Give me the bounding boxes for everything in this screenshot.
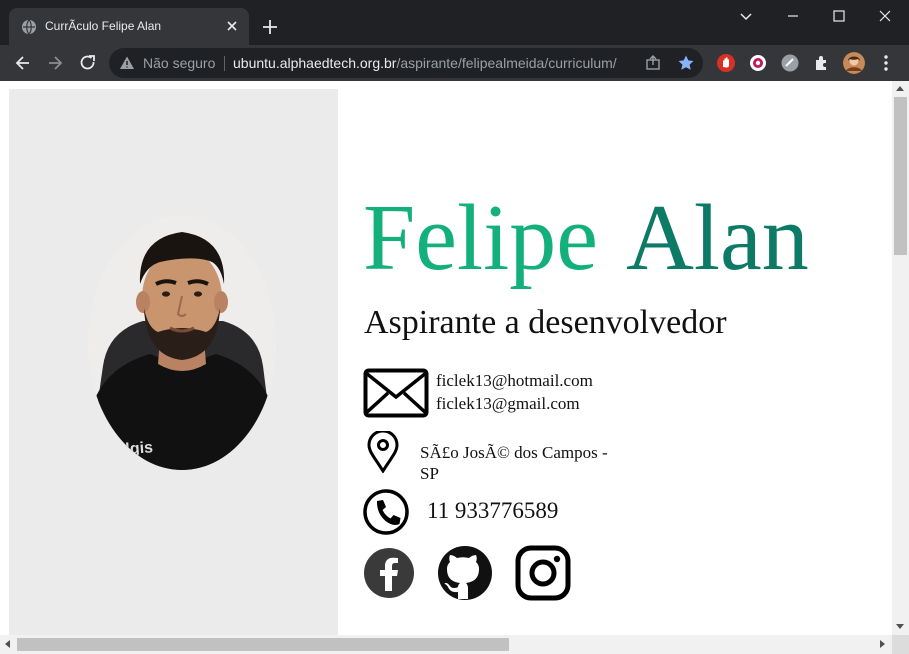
minimize-icon[interactable] bbox=[783, 6, 803, 26]
tab-strip: CurrÃculo Felipe Alan bbox=[0, 0, 909, 45]
window-close-icon[interactable] bbox=[875, 6, 895, 26]
vertical-scroll-thumb[interactable] bbox=[894, 97, 907, 255]
last-name: Alan bbox=[625, 186, 809, 290]
puzzle-icon[interactable] bbox=[812, 53, 832, 73]
tab-title: CurrÃculo Felipe Alan bbox=[45, 19, 162, 33]
scroll-right-arrow[interactable] bbox=[880, 640, 885, 648]
close-icon[interactable] bbox=[223, 17, 241, 35]
browser-toolbar: Não seguro ubuntu.alphaedtech.org.br/asp… bbox=[0, 45, 909, 81]
separator bbox=[224, 56, 225, 71]
reload-icon[interactable] bbox=[78, 53, 98, 73]
vertical-scrollbar[interactable] bbox=[892, 81, 909, 635]
chevron-down-icon[interactable] bbox=[736, 6, 756, 26]
location-pin-icon bbox=[367, 431, 399, 473]
scrollbar-corner bbox=[892, 635, 909, 654]
first-name: Felipe bbox=[363, 186, 598, 290]
url-host: ubuntu.alphaedtech.org.br bbox=[233, 55, 397, 71]
scroll-down-arrow[interactable] bbox=[896, 624, 904, 629]
extension-record-icon[interactable] bbox=[748, 53, 768, 73]
facebook-icon[interactable] bbox=[363, 547, 415, 599]
profile-name: Felipe Alan bbox=[363, 191, 809, 285]
github-icon[interactable] bbox=[437, 545, 493, 601]
scroll-left-arrow[interactable] bbox=[5, 640, 10, 648]
phone-number[interactable]: 11 933776589 bbox=[427, 498, 558, 524]
avatar[interactable] bbox=[843, 52, 865, 74]
extension-stop-icon[interactable] bbox=[716, 53, 736, 73]
plus-icon[interactable] bbox=[260, 17, 280, 37]
email-2[interactable]: ficlek13@gmail.com bbox=[436, 392, 593, 415]
extension-circle-icon[interactable] bbox=[780, 53, 800, 73]
security-label[interactable]: Não seguro bbox=[143, 55, 215, 71]
star-icon[interactable] bbox=[677, 54, 695, 72]
scroll-up-arrow[interactable] bbox=[896, 86, 904, 91]
browser-tab[interactable]: CurrÃculo Felipe Alan bbox=[9, 8, 249, 45]
maximize-icon[interactable] bbox=[829, 6, 849, 26]
kebab-menu-icon[interactable] bbox=[876, 53, 896, 73]
share-icon[interactable] bbox=[644, 54, 662, 72]
forward-icon[interactable] bbox=[45, 53, 65, 73]
page-viewport: ealgis Felipe Alan Aspirante a desenvolv… bbox=[0, 81, 892, 635]
envelope-icon bbox=[363, 368, 429, 418]
email-list: ficlek13@hotmail.com ficlek13@gmail.com bbox=[436, 369, 593, 415]
warning-icon[interactable] bbox=[119, 55, 135, 71]
url-path: /aspirante/felipealmeida/curriculum/ bbox=[396, 55, 617, 71]
address-bar[interactable]: Não seguro ubuntu.alphaedtech.org.br/asp… bbox=[109, 48, 703, 78]
profile-photo: ealgis bbox=[88, 216, 276, 470]
phone-icon bbox=[363, 489, 409, 535]
horizontal-scrollbar[interactable] bbox=[0, 635, 892, 654]
instagram-icon[interactable] bbox=[515, 545, 571, 601]
url-text[interactable]: ubuntu.alphaedtech.org.br/aspirante/feli… bbox=[233, 55, 617, 71]
email-1[interactable]: ficlek13@hotmail.com bbox=[436, 369, 593, 392]
globe-icon bbox=[22, 19, 36, 35]
sidebar: ealgis bbox=[9, 89, 338, 635]
svg-text:ealgis: ealgis bbox=[107, 439, 154, 459]
back-icon[interactable] bbox=[13, 53, 33, 73]
profile-subtitle: Aspirante a desenvolvedor bbox=[364, 304, 727, 341]
horizontal-scroll-thumb[interactable] bbox=[17, 638, 509, 651]
location-text: SÃ£o JosÃ© dos Campos - SP bbox=[420, 443, 608, 483]
